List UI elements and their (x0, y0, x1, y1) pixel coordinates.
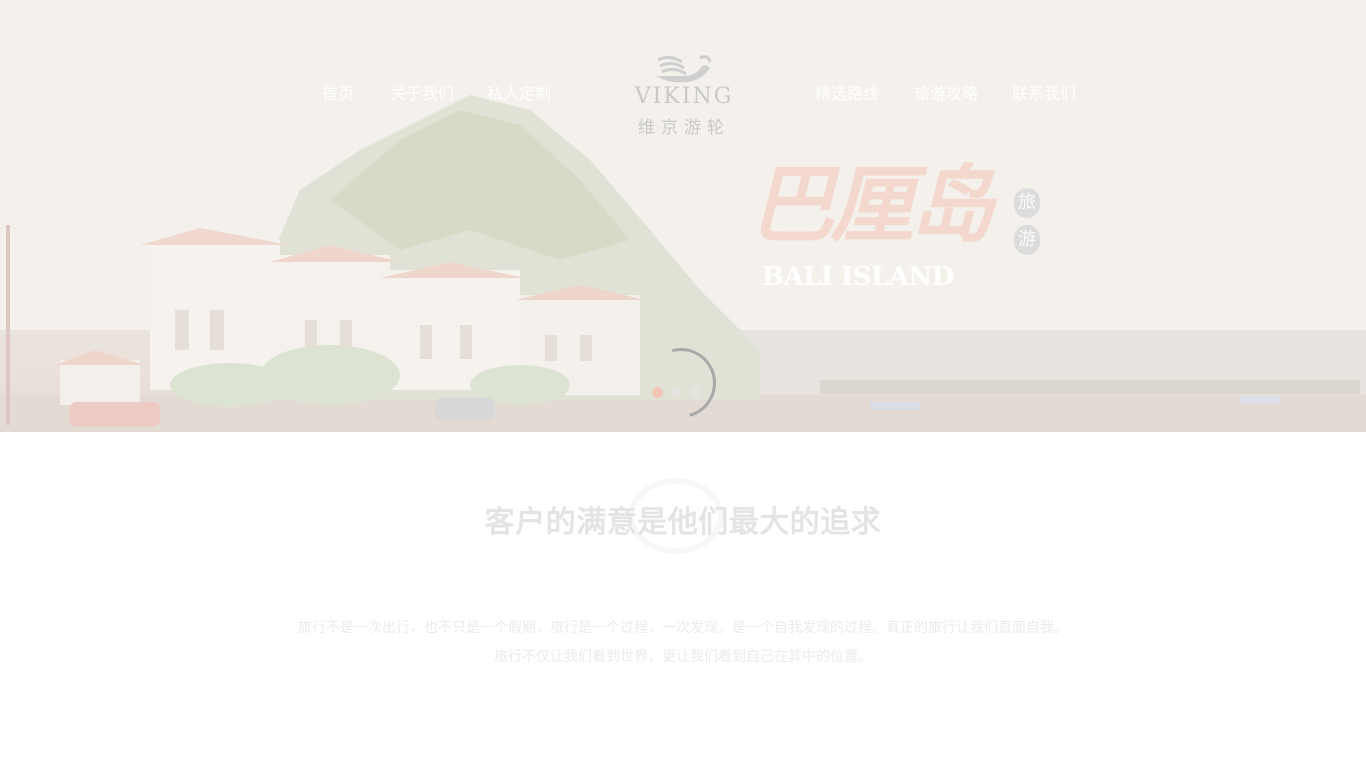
viking-ship-icon (656, 55, 712, 83)
banner-title-en: BALI ISLAND (762, 262, 954, 292)
logo-text-cn: 维京游轮 (638, 118, 730, 138)
logo-text-en: VIKING (634, 84, 734, 109)
banner-title: 巴厘岛 旅 游 BALI ISLAND (750, 138, 1050, 298)
banner-seal-1: 旅 (1014, 188, 1040, 218)
section-title: 客户的满意是他们最大的追求 (484, 505, 882, 540)
nav-item-guides[interactable]: 旅游攻略 (914, 80, 978, 104)
banner-title-cn: 巴厘岛 (750, 155, 994, 254)
section-description-line-2: 旅行不仅让我们看到世界，更让我们看到自己在其中的位置。 (494, 649, 872, 665)
section-description-line-1: 旅行不是一次出行，也不只是一个假期，旅行是一个过程，一次发现，是一个自我发现的过… (298, 620, 1068, 636)
nav-item-custom[interactable]: 私人定制 (487, 80, 551, 104)
banner-seal-2: 游 (1014, 225, 1040, 255)
nav-item-about[interactable]: 关于我们 (390, 80, 454, 104)
nav-item-contact[interactable]: 联系我们 (1012, 80, 1076, 104)
site-logo[interactable]: VIKING 维京游轮 (630, 50, 738, 140)
section-description: 旅行不是一次出行，也不只是一个假期，旅行是一个过程，一次发现，是一个自我发现的过… (0, 614, 1366, 672)
nav-item-routes[interactable]: 精选路线 (815, 80, 879, 104)
nav-item-home[interactable]: 首页 (322, 80, 354, 104)
